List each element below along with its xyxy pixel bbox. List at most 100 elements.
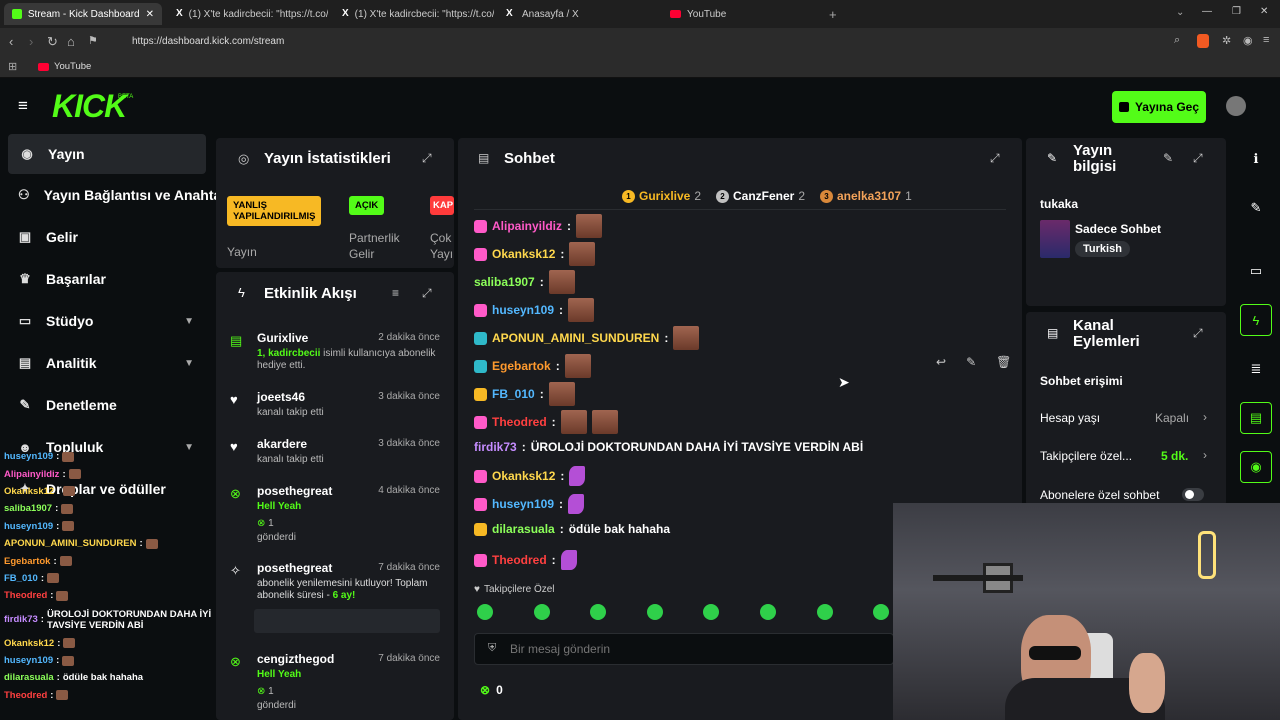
tab-x-1[interactable]: X (1) X'te kadircbecii: "https://t.co/id…: [168, 3, 328, 25]
leaderboard-entry[interactable]: 1 Gurixlive 2: [622, 189, 701, 203]
activity-user[interactable]: akardere: [257, 437, 307, 451]
chat-message[interactable]: saliba1907:: [474, 270, 575, 294]
extensions-icon[interactable]: ✲: [1222, 34, 1231, 47]
chat-message[interactable]: Okanksk12:: [474, 242, 596, 266]
zoom-icon[interactable]: ⌕: [1174, 34, 1180, 47]
account-age-value[interactable]: Kapalı: [1155, 411, 1189, 425]
list-icon[interactable]: ≣: [1240, 353, 1272, 385]
expand-icon[interactable]: ⤢: [990, 151, 1000, 166]
tab-youtube[interactable]: YouTube: [662, 3, 822, 25]
shield-icon[interactable]: ⛨: [488, 642, 496, 655]
filter-icon[interactable]: ≡: [392, 286, 399, 300]
close-window-icon[interactable]: ✕: [1260, 6, 1268, 17]
chat-message[interactable]: Okanksk12:: [474, 466, 586, 486]
sidebar-item-achievements[interactable]: ♛ Başarılar: [18, 259, 208, 299]
go-live-button[interactable]: Yayına Geç: [1112, 91, 1206, 123]
chevron-right-icon[interactable]: ›: [1203, 448, 1207, 462]
subscribers-only-toggle[interactable]: [1182, 488, 1204, 501]
followers-only-value[interactable]: 5 dk.: [1161, 449, 1188, 463]
menu-icon[interactable]: ≡: [1263, 34, 1269, 46]
apps-icon[interactable]: ⊞: [8, 60, 17, 73]
chat-message[interactable]: Egebartok:: [474, 354, 591, 378]
activity-user[interactable]: posethegreat: [257, 484, 332, 498]
reload-icon[interactable]: ↻: [47, 34, 58, 50]
sidebar-item-analytics[interactable]: ▤ Analitik ▼: [18, 343, 208, 383]
chat-username[interactable]: Theodred: [492, 415, 547, 429]
hamburger-icon[interactable]: ≡: [18, 96, 28, 116]
emote-button[interactable]: [760, 604, 776, 620]
edit-icon[interactable]: ✎: [1240, 192, 1272, 224]
tab-kick-dashboard[interactable]: Stream - Kick Dashboard ✕: [4, 3, 162, 25]
emote-button[interactable]: [646, 604, 663, 620]
chevron-right-icon[interactable]: ›: [1203, 410, 1207, 424]
tab-x-home[interactable]: X Anasayfa / X: [498, 3, 658, 25]
close-icon[interactable]: ✕: [146, 9, 154, 20]
chat-username[interactable]: dilarasuala: [492, 522, 555, 536]
chat-username[interactable]: FB_010: [492, 387, 535, 401]
activity-user[interactable]: posethegreat: [257, 561, 332, 575]
stats-panel-icon[interactable]: ▭: [1240, 255, 1272, 287]
reply-icon[interactable]: ↩: [936, 355, 946, 369]
pin-icon[interactable]: ✎: [966, 355, 976, 369]
tab-x-2[interactable]: X (1) X'te kadircbecii: "https://t.co/S.…: [334, 3, 494, 25]
chat-message[interactable]: firdik73: ÜROLOJİ DOKTORUNDAN DAHA İYİ TA…: [474, 440, 863, 454]
chat-username[interactable]: Egebartok: [492, 359, 551, 373]
kick-coin-balance[interactable]: ⊗ 0: [480, 683, 503, 697]
emote-button[interactable]: [533, 604, 550, 620]
edit-icon[interactable]: ✎: [1163, 151, 1173, 165]
emote-button[interactable]: [477, 604, 493, 620]
trash-icon[interactable]: 🗑: [996, 355, 1011, 369]
expand-icon[interactable]: ⤢: [1193, 326, 1203, 341]
emote-button[interactable]: [816, 604, 833, 620]
chat-username[interactable]: saliba1907: [474, 275, 535, 289]
chat-username[interactable]: Theodred: [492, 553, 547, 567]
chat-message[interactable]: Alipainyildiz:: [474, 214, 603, 238]
chat-username[interactable]: APONUN_AMINI_SUNDUREN: [492, 331, 659, 345]
chat-message[interactable]: APONUN_AMINI_SUNDUREN:: [474, 326, 700, 350]
leaderboard-entry[interactable]: 2 CanzFener 2: [716, 189, 805, 203]
minimize-icon[interactable]: —: [1202, 6, 1212, 17]
chat-message[interactable]: Theodred:: [474, 410, 618, 434]
back-icon[interactable]: ‹: [9, 34, 13, 49]
activity-user[interactable]: joeets46: [257, 390, 305, 404]
sidebar-item-revenue[interactable]: ▣ Gelir: [18, 217, 208, 257]
sidebar-item-moderation[interactable]: ✎ Denetleme: [18, 385, 208, 425]
expand-icon[interactable]: ⤢: [422, 151, 432, 166]
bookmark-youtube[interactable]: YouTube: [38, 61, 91, 72]
url-input[interactable]: https://dashboard.kick.com/stream: [112, 33, 1162, 51]
chat-message[interactable]: FB_010:: [474, 382, 575, 406]
activity-user[interactable]: cengizthegod: [257, 652, 334, 666]
kick-logo[interactable]: KICK: [52, 88, 127, 125]
forward-icon[interactable]: ›: [29, 34, 33, 49]
chevron-down-icon[interactable]: ⌄: [1176, 7, 1184, 18]
bookmark-icon[interactable]: ⚑: [88, 34, 98, 47]
home-icon[interactable]: ⌂: [67, 34, 75, 49]
brave-shield-icon[interactable]: [1197, 34, 1209, 48]
sidebar-item-stream[interactable]: ◉ Yayın: [8, 134, 206, 174]
chat-username[interactable]: huseyn109: [492, 303, 554, 317]
expand-icon[interactable]: ⤢: [422, 286, 432, 301]
chat-panel-icon[interactable]: ▤: [1240, 402, 1272, 434]
chat-input[interactable]: [510, 640, 870, 658]
chat-username[interactable]: huseyn109: [492, 497, 554, 511]
chat-message[interactable]: dilarasuala: ödüle bak hahaha: [474, 522, 670, 536]
profile-icon[interactable]: ◉: [1243, 34, 1253, 47]
leaderboard-entry[interactable]: 3 anelka3107 1: [820, 189, 912, 203]
chat-message[interactable]: huseyn109:: [474, 298, 595, 322]
chat-message[interactable]: Theodred:: [474, 550, 577, 570]
chat-username[interactable]: firdik73: [474, 440, 517, 454]
chat-username[interactable]: Okanksk12: [492, 247, 555, 261]
activity-user[interactable]: Gurixlive: [257, 331, 308, 345]
chat-message[interactable]: huseyn109:: [474, 494, 585, 514]
expand-icon[interactable]: ⤢: [1193, 151, 1203, 166]
preview-icon[interactable]: ◉: [1240, 451, 1272, 483]
chat-username[interactable]: Alipainyildiz: [492, 219, 562, 233]
sidebar-item-studio[interactable]: ▭ Stüdyo ▼: [18, 301, 208, 341]
chat-username[interactable]: Okanksk12: [492, 469, 555, 483]
avatar[interactable]: [1226, 96, 1246, 116]
new-tab-icon[interactable]: +: [829, 7, 837, 22]
info-icon[interactable]: ℹ: [1240, 143, 1272, 175]
maximize-icon[interactable]: ❐: [1232, 6, 1241, 17]
sidebar-item-stream-key[interactable]: ⚇ Yayın Bağlantısı ve Anahtarı: [18, 175, 216, 215]
activity-panel-icon[interactable]: ϟ: [1240, 304, 1272, 336]
